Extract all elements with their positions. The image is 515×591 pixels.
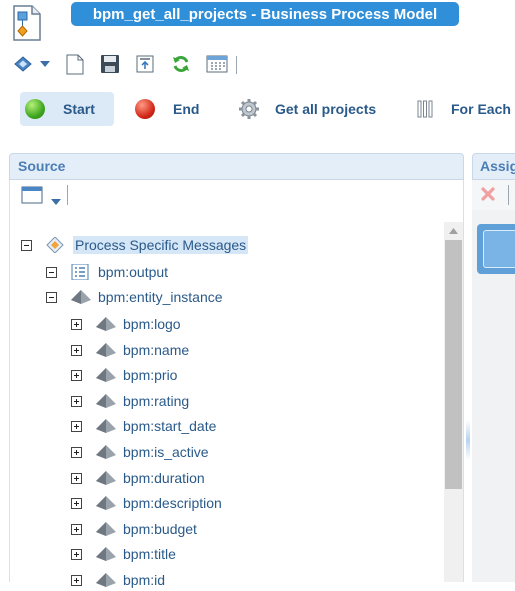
bpm-menu-icon[interactable] [12, 53, 34, 75]
for-each-button[interactable]: For Each [417, 92, 511, 126]
tree-field-label: bpm:duration [123, 470, 205, 486]
assign-panel-title: Assig [480, 158, 515, 174]
tree-field-row[interactable]: bpm:is_active [71, 441, 209, 463]
tree-field-row[interactable]: bpm:id [71, 569, 165, 591]
tree-output-label: bpm:output [98, 264, 169, 280]
toolbar-separator [67, 185, 68, 205]
tree-field-row[interactable]: bpm:duration [71, 467, 205, 489]
toolbar-separator [508, 185, 509, 205]
pyramid-icon [96, 317, 116, 331]
expand-icon[interactable] [71, 472, 82, 484]
window-view-icon[interactable] [21, 186, 43, 207]
start-label: Start [63, 101, 95, 117]
expand-icon[interactable] [71, 523, 82, 535]
expand-icon[interactable] [71, 574, 82, 586]
tree-field-row[interactable]: bpm:start_date [71, 415, 216, 437]
save-icon[interactable] [99, 53, 121, 75]
table-icon [71, 264, 89, 280]
delete-x-icon[interactable] [480, 186, 496, 205]
tree-field-row[interactable]: bpm:name [71, 339, 189, 361]
end-label: End [173, 101, 200, 117]
chevron-down-icon[interactable] [36, 53, 54, 75]
get-all-projects-button[interactable]: Get all projects [237, 92, 376, 126]
expand-icon[interactable] [71, 395, 82, 407]
tree-field-label: bpm:title [123, 546, 176, 562]
for-each-icon [417, 99, 435, 119]
pyramid-icon [96, 522, 116, 536]
tree-field-label: bpm:name [123, 342, 190, 358]
pyramid-icon [96, 573, 116, 587]
tree-node-entity-instance[interactable]: bpm:entity_instance [46, 286, 223, 308]
expand-icon[interactable] [71, 344, 82, 356]
tree-field-label: bpm:description [123, 495, 222, 511]
pyramid-icon [96, 547, 116, 561]
expand-icon[interactable] [71, 548, 82, 560]
collapse-icon[interactable] [46, 266, 57, 278]
tree-field-row[interactable]: bpm:title [71, 543, 176, 565]
pyramid-icon [96, 343, 116, 357]
pyramid-icon [96, 419, 116, 433]
expand-icon[interactable] [71, 420, 82, 432]
tree-field-row[interactable]: bpm:rating [71, 390, 189, 412]
tree-field-label: bpm:rating [123, 393, 190, 409]
expand-icon[interactable] [71, 369, 82, 381]
tree-node-root[interactable]: Process Specific Messages [21, 234, 249, 256]
source-panel-title: Source [18, 158, 66, 174]
for-each-label: For Each [451, 101, 511, 117]
tree-entity-instance-label: bpm:entity_instance [98, 289, 223, 305]
pyramid-icon [71, 290, 91, 304]
end-circle-icon [135, 99, 155, 119]
refresh-icon[interactable] [170, 53, 192, 75]
tree-field-label: bpm:start_date [123, 418, 217, 434]
assign-panel-header: Assig [472, 153, 515, 180]
tree-root-label: Process Specific Messages [73, 236, 249, 254]
gear-icon [237, 98, 261, 120]
new-document-icon[interactable] [64, 53, 86, 75]
source-panel-toolbar [9, 180, 464, 210]
tree-field-label: bpm:budget [123, 521, 197, 537]
source-panel-header: Source [9, 153, 464, 180]
collapse-icon[interactable] [21, 239, 32, 251]
pyramid-icon [96, 445, 116, 459]
tree-field-label: bpm:prio [123, 367, 178, 383]
end-button[interactable]: End [135, 92, 199, 126]
tree-field-row[interactable]: bpm:description [71, 492, 222, 514]
tree-node-output[interactable]: bpm:output [46, 261, 168, 283]
expand-icon[interactable] [71, 446, 82, 458]
process-model-icon [10, 4, 44, 42]
start-button[interactable]: Start [20, 92, 114, 126]
pyramid-icon [96, 368, 116, 382]
get-all-projects-label: Get all projects [275, 101, 377, 117]
tree-field-row[interactable]: bpm:budget [71, 518, 197, 540]
tree-field-row[interactable]: bpm:logo [71, 313, 181, 335]
tree-field-label: bpm:is_active [123, 444, 209, 460]
expand-icon[interactable] [71, 318, 82, 330]
splitter-handle[interactable] [466, 420, 470, 460]
pyramid-icon [96, 394, 116, 408]
tree-field-label: bpm:logo [123, 316, 181, 332]
collapse-icon[interactable] [46, 291, 57, 303]
expand-icon[interactable] [71, 497, 82, 509]
export-icon[interactable] [134, 53, 156, 75]
scrollbar-thumb[interactable] [445, 240, 462, 489]
assignment-card-inner [483, 230, 515, 268]
window-title: bpm_get_all_projects - Business Process … [71, 2, 459, 26]
scroll-up-arrow-icon[interactable] [444, 222, 463, 240]
tree-field-label: bpm:id [123, 572, 166, 588]
assign-panel-toolbar [472, 180, 515, 210]
message-diamond-icon [46, 237, 64, 253]
start-circle-icon [25, 99, 45, 119]
tree-field-row[interactable]: bpm:prio [71, 364, 177, 386]
calendar-grid-icon[interactable] [206, 53, 228, 75]
chevron-down-icon[interactable] [51, 192, 61, 208]
pyramid-icon [96, 496, 116, 510]
toolbar-separator [236, 56, 237, 74]
pyramid-icon [96, 471, 116, 485]
